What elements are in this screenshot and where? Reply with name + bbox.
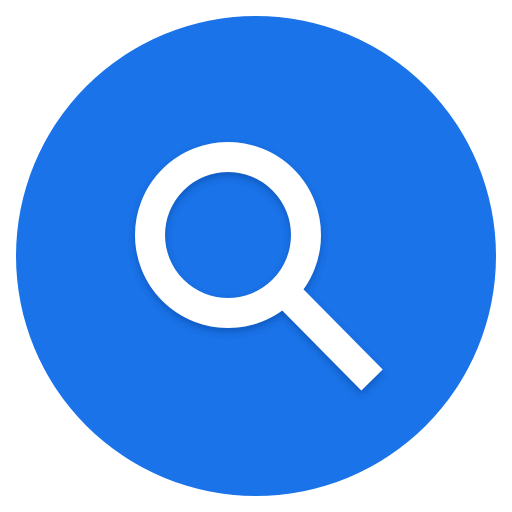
app-icon-canvas bbox=[0, 0, 512, 512]
search-app-icon[interactable] bbox=[0, 0, 512, 512]
background-circle bbox=[16, 16, 496, 496]
